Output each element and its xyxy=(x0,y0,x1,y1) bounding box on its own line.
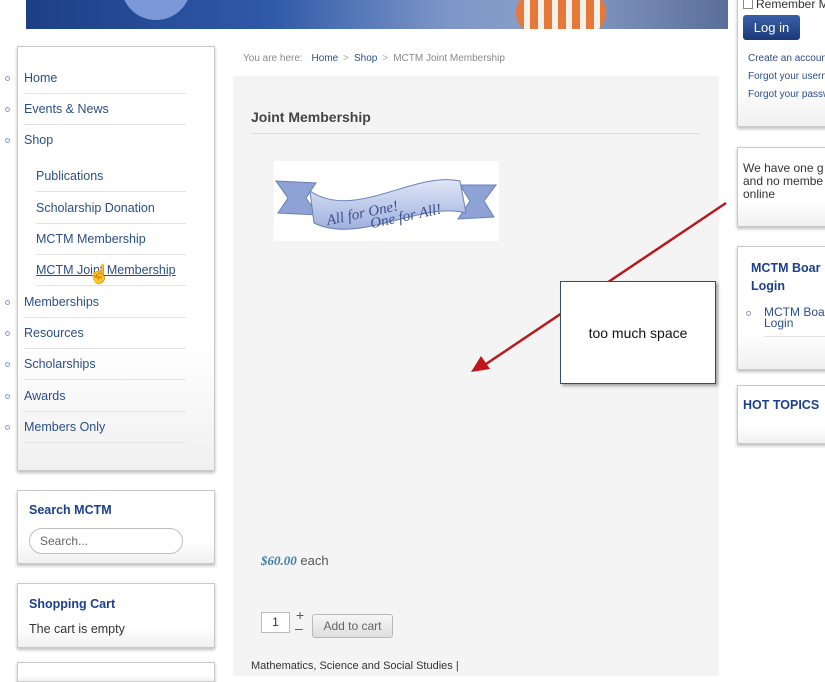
forgot-password-link[interactable]: Forgot your passw xyxy=(748,89,825,100)
board-divider xyxy=(764,336,825,337)
board-bullet-icon xyxy=(746,311,751,316)
login-button[interactable]: Log in xyxy=(743,15,800,40)
remember-label: Remember M xyxy=(756,0,825,11)
board-login-title: MCTM Boar Login xyxy=(751,261,821,293)
hot-topics-title: HOT TOPICS xyxy=(743,398,820,412)
remember-me[interactable]: Remember M xyxy=(743,0,825,11)
whos-online-text: We have one g and no membe online xyxy=(743,161,824,201)
remember-checkbox[interactable] xyxy=(743,0,753,9)
forgot-username-link[interactable]: Forgot your userna xyxy=(748,71,825,82)
board-login-link[interactable]: MCTM Boar Login xyxy=(764,306,825,329)
hot-topics-module xyxy=(737,385,825,444)
create-account-link[interactable]: Create an account xyxy=(748,53,825,64)
annotation-note: too much space xyxy=(560,281,716,384)
